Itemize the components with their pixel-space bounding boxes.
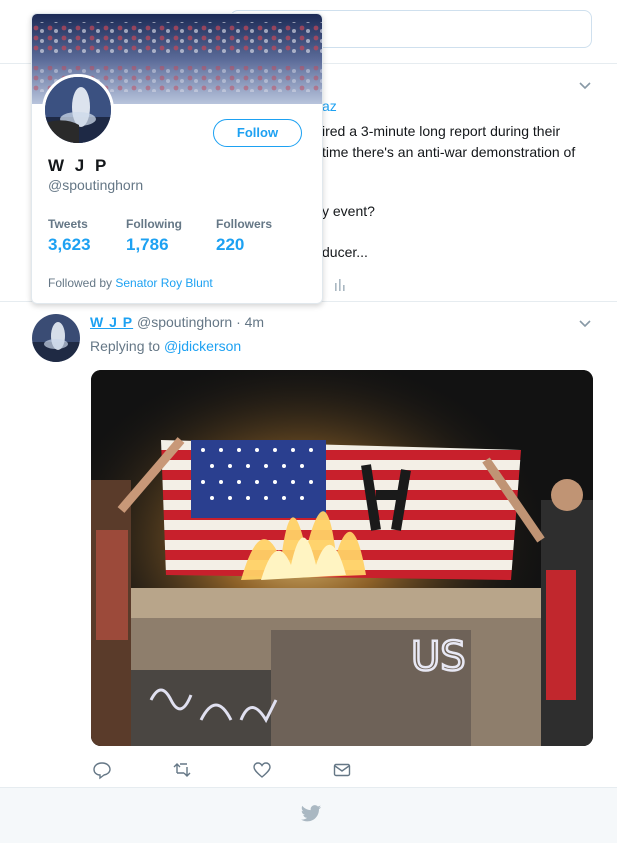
chevron-down-icon[interactable] — [579, 80, 591, 92]
tweet-text-line: ducer... — [322, 244, 368, 260]
tweet-header: W J P @spoutinghorn · 4m — [90, 314, 264, 330]
like-icon[interactable] — [252, 760, 272, 780]
timeline-footer — [0, 788, 617, 843]
follow-button[interactable]: Follow — [213, 119, 302, 147]
replying-prefix: Replying to — [90, 338, 161, 354]
stat-value: 1,786 — [126, 235, 169, 254]
tweet-text-line: y event? — [322, 203, 375, 219]
stat-label: Following — [126, 217, 182, 231]
retweet-icon[interactable] — [172, 760, 192, 780]
followed-by: Followed by Senator Roy Blunt — [48, 276, 213, 290]
analytics-icon[interactable] — [334, 277, 346, 291]
reply-tweet[interactable]: W J P @spoutinghorn · 4m Replying to @jd… — [0, 302, 617, 788]
stat-following[interactable]: Following 1,786 — [126, 217, 182, 255]
tweet-text-line: time there's an anti-war demonstration o… — [322, 144, 576, 160]
avatar[interactable] — [32, 314, 80, 362]
profile-handle[interactable]: @spoutinghorn — [48, 177, 143, 193]
timestamp[interactable]: 4m — [245, 314, 264, 330]
tweet-author-fragment[interactable]: az — [322, 98, 337, 114]
profile-hover-card: Follow W J P @spoutinghorn Tweets 3,623 … — [31, 13, 323, 304]
stat-tweets[interactable]: Tweets 3,623 — [48, 217, 91, 255]
tweet-text-line: ired a 3-minute long report during their — [322, 123, 561, 139]
stat-label: Tweets — [48, 217, 88, 231]
author-name[interactable]: W J P — [90, 314, 133, 330]
stat-value: 3,623 — [48, 235, 91, 254]
graffiti-text: US — [411, 634, 466, 680]
stat-value: 220 — [216, 235, 245, 254]
tweet-actions — [92, 760, 392, 782]
profile-name[interactable]: W J P — [48, 156, 109, 176]
replying-to: Replying to @jdickerson — [90, 338, 241, 354]
author-handle[interactable]: @spoutinghorn — [137, 314, 232, 330]
reply-icon[interactable] — [92, 760, 112, 780]
tweet-photo[interactable]: US — [91, 370, 593, 746]
chevron-down-icon[interactable] — [579, 318, 591, 330]
profile-avatar[interactable] — [42, 74, 114, 146]
replying-to-link[interactable]: @jdickerson — [164, 338, 241, 354]
followed-by-link[interactable]: Senator Roy Blunt — [115, 276, 212, 290]
twitter-bird-icon — [300, 805, 322, 822]
stat-label: Followers — [216, 217, 273, 231]
stat-followers[interactable]: Followers 220 — [216, 217, 272, 255]
separator: · — [236, 314, 241, 330]
direct-message-icon[interactable] — [332, 760, 352, 780]
followed-by-prefix: Followed by — [48, 276, 113, 290]
